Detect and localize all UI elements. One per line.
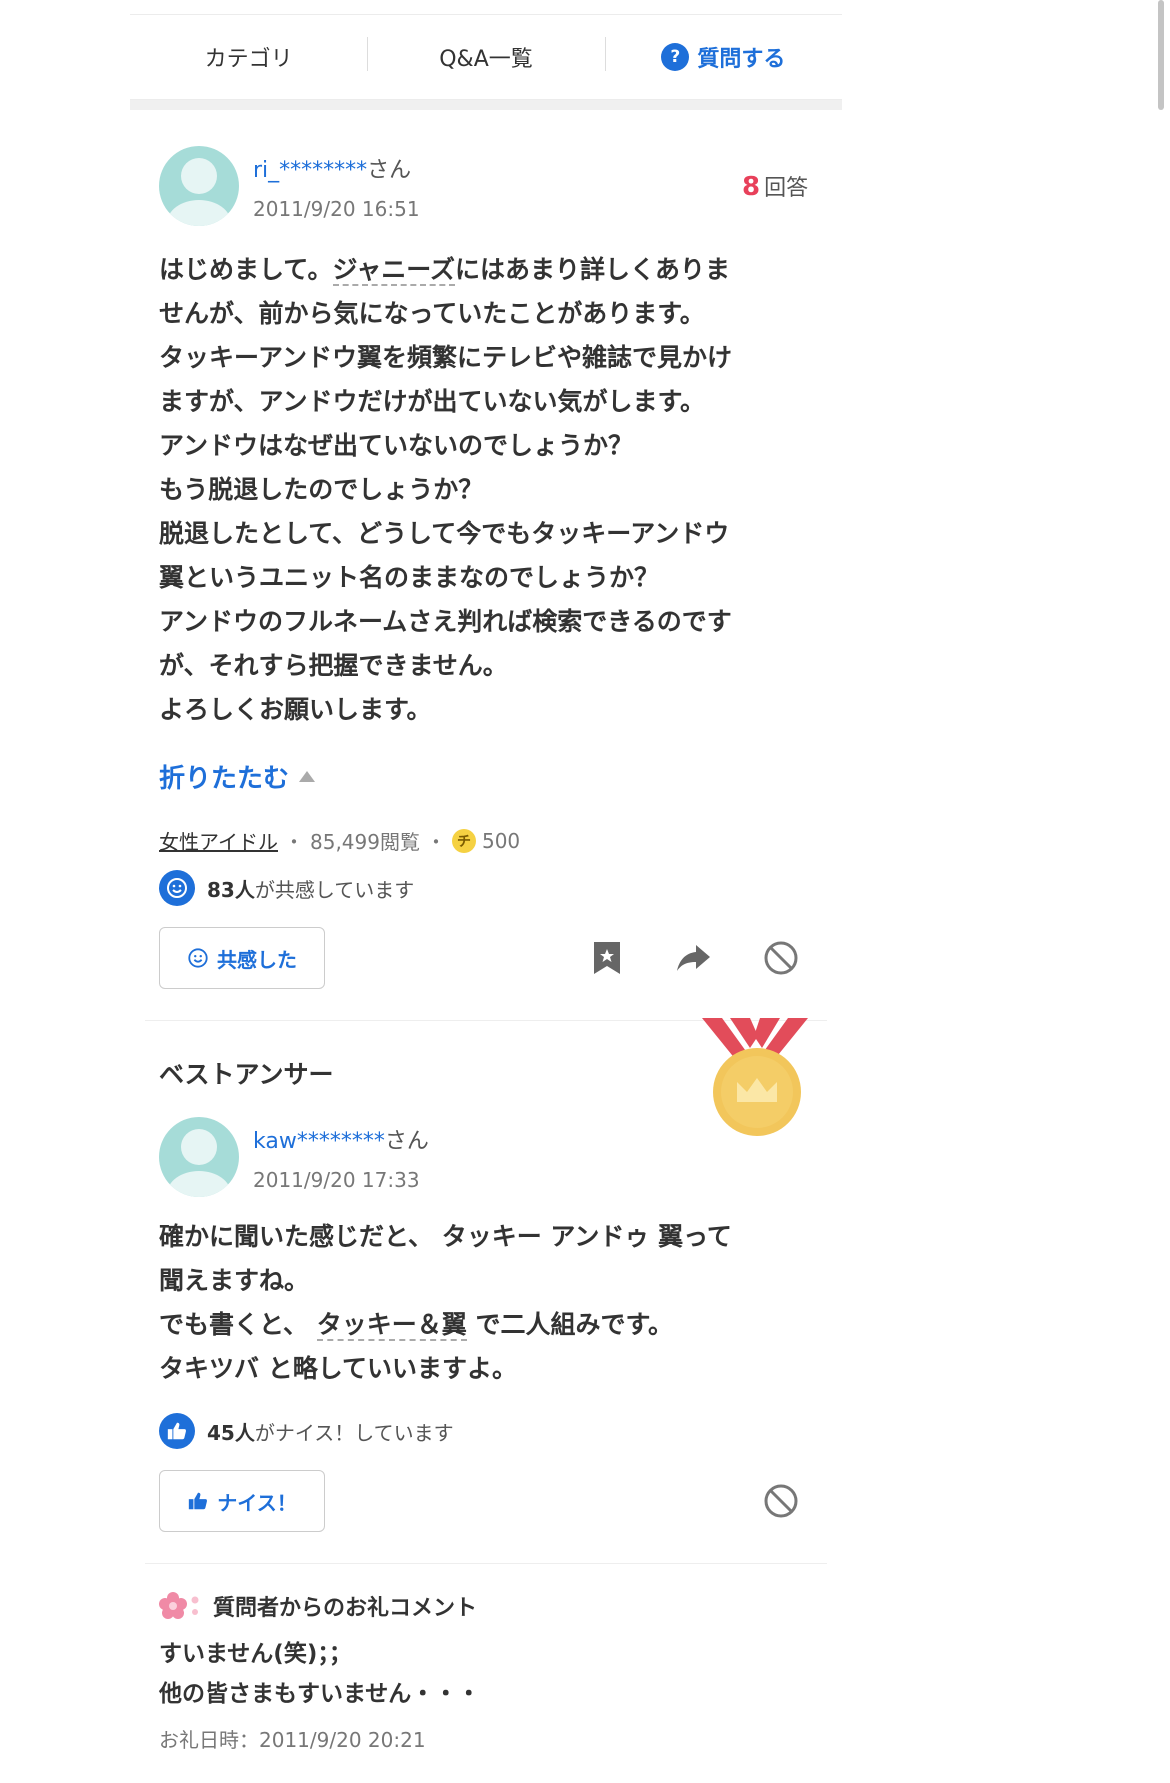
nice-count: 45人 [207,1420,255,1445]
smile-icon [159,870,195,906]
question-meta: 女性アイドル ・ 85,499閲覧 ・ チ 500 [159,826,520,855]
answer-count-number: 8 [742,172,761,202]
nice-summary: 45人がナイス！しています [159,1413,454,1449]
thumbs-up-icon [189,1492,208,1510]
thanks-header: 質問者からのお礼コメント [159,1590,477,1622]
thanks-date: お礼日時：2011/9/20 20:21 [159,1728,426,1752]
answer-line: タキツバ と略していいますよ。 [159,1354,517,1383]
empathy-label: が共感しています [254,877,415,902]
question-date: 2011/9/20 16:51 [253,197,420,221]
flower-icon [159,1592,199,1619]
question-line: せんが、前から気になっていたことがあります。 [159,299,705,328]
coin-icon: チ [451,828,476,853]
smile-icon [188,948,208,968]
answer-body: 確かに聞いた感じだと、 タッキー アンドゥ 翼って 聞えますね。 でも書くと、 … [159,1215,799,1391]
thanks-line: すいません(笑)；； [159,1641,352,1667]
answer-text-fragment: でも書くと、 [159,1310,317,1339]
empathy-count: 83人 [207,877,255,902]
question-line: 翼というユニット名のままなのでしょうか？ [159,563,660,592]
nav-category-label: カテゴリ [204,47,293,72]
answer-line: 確かに聞いた感じだと、 タッキー アンドゥ 翼って [159,1222,732,1251]
question-body: はじめまして。ジャニーズにはあまり詳しくありま せんが、前から気になっていたこと… [159,248,799,732]
bookmark-icon[interactable] [587,938,627,978]
question-line: よろしくお願いします。 [159,695,432,724]
answer-text-fragment: で二人組みです。 [466,1310,673,1339]
question-line: アンドウのフルネームさえ判れば検索できるのです [159,607,732,636]
keyword-link[interactable]: タッキー＆翼 [316,1310,467,1341]
questioner-name[interactable]: ri_********さん [253,152,411,184]
thanks-line: 他の皆さまもすいません・・・ [159,1681,481,1707]
top-nav: カテゴリ Q&A一覧 ? 質問する [130,14,842,100]
answer-date: 2011/9/20 17:33 [253,1168,420,1192]
collapse-button[interactable]: 折りたたむ [159,758,316,795]
question-line: ますが、アンドウだけが出ていない気がします。 [159,387,706,416]
questioner-username: ri_******** [253,158,368,183]
empathy-button-label: 共感した [217,947,297,972]
chevron-up-icon [299,771,316,782]
thanks-body: すいません(笑)；； 他の皆さまもすいません・・・ [159,1634,480,1714]
section-divider [145,1563,827,1564]
question-text-fragment: はじめまして。 [159,255,333,284]
question-mark-icon: ? [661,43,690,71]
nice-label: がナイス！しています [254,1420,454,1445]
keyword-link[interactable]: ジャニーズ [332,255,456,286]
answerer-username: kaw******** [253,1129,385,1154]
answer-count[interactable]: 8 回答 [742,170,808,202]
nav-ask-label: 質問する [697,47,786,72]
question-line: 脱退したとして、どうして今でもタッキーアンドウ [159,519,730,548]
question-line: タッキーアンドウ翼を頻繁にテレビや雑誌で見かけ [159,343,733,372]
thanks-title: 質問者からのお礼コメント [213,1596,478,1621]
answer-count-label: 回答 [764,176,809,201]
question-line: が、それすら把握できません。 [159,651,508,680]
nav-divider [130,100,842,110]
nice-text: 45人がナイス！しています [207,1417,454,1446]
nice-button[interactable]: ナイス！ [159,1470,325,1532]
empathy-button[interactable]: 共感した [159,927,325,989]
view-count: 85,499閲覧 [310,830,420,854]
question-line: もう脱退したのでしょうか？ [159,475,484,504]
nav-ask-question[interactable]: ? 質問する [604,37,842,73]
nice-button-label: ナイス！ [217,1490,297,1515]
page-scrollbar[interactable] [1158,0,1164,110]
questioner-avatar[interactable] [159,146,239,226]
answer-line: 聞えますね。 [159,1266,310,1295]
best-answer-title: ベストアンサー [159,1060,334,1089]
coin-amount: 500 [481,828,521,853]
meta-separator: ・ [284,830,304,854]
share-icon[interactable] [674,938,714,978]
answer-line: でも書くと、 タッキー＆翼 で二人組みです。 [159,1303,799,1347]
question-line: アンドウはなぜ出ていないのでしょうか？ [159,431,634,460]
medal-icon [700,1018,810,1136]
nav-qa-list[interactable]: Q&A一覧 [367,37,604,73]
collapse-label: 折りたたむ [159,764,290,794]
answerer-honorific: さん [384,1129,429,1154]
thumbs-up-icon [159,1413,195,1449]
meta-separator: ・ [425,830,446,854]
category-link[interactable]: 女性アイドル [159,826,278,855]
question-text-fragment: にはあまり詳しくありま [455,255,731,284]
empathy-summary: 83人が共感しています [159,870,414,906]
questioner-honorific: さん [367,158,412,183]
block-icon[interactable] [761,1481,801,1521]
nav-category[interactable]: カテゴリ [130,41,367,73]
block-icon[interactable] [761,938,801,978]
answerer-name[interactable]: kaw********さん [253,1123,429,1155]
empathy-text: 83人が共感しています [207,874,414,903]
nav-qa-list-label: Q&A一覧 [439,47,533,72]
answerer-avatar[interactable] [159,1117,239,1197]
question-line: はじめまして。ジャニーズにはあまり詳しくありま [159,248,799,292]
